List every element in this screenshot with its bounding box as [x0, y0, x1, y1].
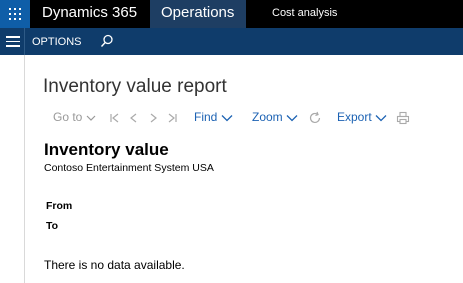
breadcrumb[interactable]: Cost analysis [272, 7, 337, 19]
empty-state-message: There is no data available. [44, 258, 185, 272]
next-page-icon[interactable] [147, 112, 159, 124]
first-page-icon[interactable] [109, 112, 121, 124]
left-navigation-rail [0, 55, 25, 283]
from-label: From [46, 200, 73, 212]
divider [24, 28, 25, 55]
action-pane: OPTIONS [0, 28, 463, 55]
export-label: Export [337, 110, 372, 124]
goto-button[interactable]: Go to [53, 110, 96, 124]
top-navigation-bar: Dynamics 365 Operations Cost analysis [0, 0, 463, 28]
report-title: Inventory value [44, 140, 169, 159]
search-icon[interactable] [100, 34, 114, 48]
company-name: Contoso Entertainment System USA [44, 162, 214, 174]
find-button[interactable]: Find [194, 110, 233, 124]
export-button[interactable]: Export [337, 110, 387, 124]
print-icon[interactable] [396, 111, 410, 125]
chevron-down-icon [286, 114, 298, 122]
hamburger-menu-icon[interactable] [6, 36, 20, 47]
chevron-down-icon [375, 114, 387, 122]
last-page-icon[interactable] [166, 112, 178, 124]
zoom-label: Zoom [252, 110, 283, 124]
chevron-down-icon [221, 114, 233, 122]
refresh-icon[interactable] [308, 111, 322, 125]
app-launcher-button[interactable] [0, 0, 30, 28]
goto-label: Go to [53, 110, 83, 124]
module-name: Operations [161, 4, 235, 21]
module-tab[interactable]: Operations [150, 0, 246, 28]
to-label: To [46, 220, 59, 232]
options-button[interactable]: OPTIONS [32, 36, 82, 48]
page-title: Inventory value report [43, 76, 227, 97]
find-label: Find [194, 110, 218, 124]
previous-page-icon[interactable] [128, 112, 140, 124]
chevron-down-icon [86, 115, 96, 121]
zoom-button[interactable]: Zoom [252, 110, 298, 124]
app-launcher-icon [9, 8, 21, 20]
product-name[interactable]: Dynamics 365 [42, 4, 137, 21]
